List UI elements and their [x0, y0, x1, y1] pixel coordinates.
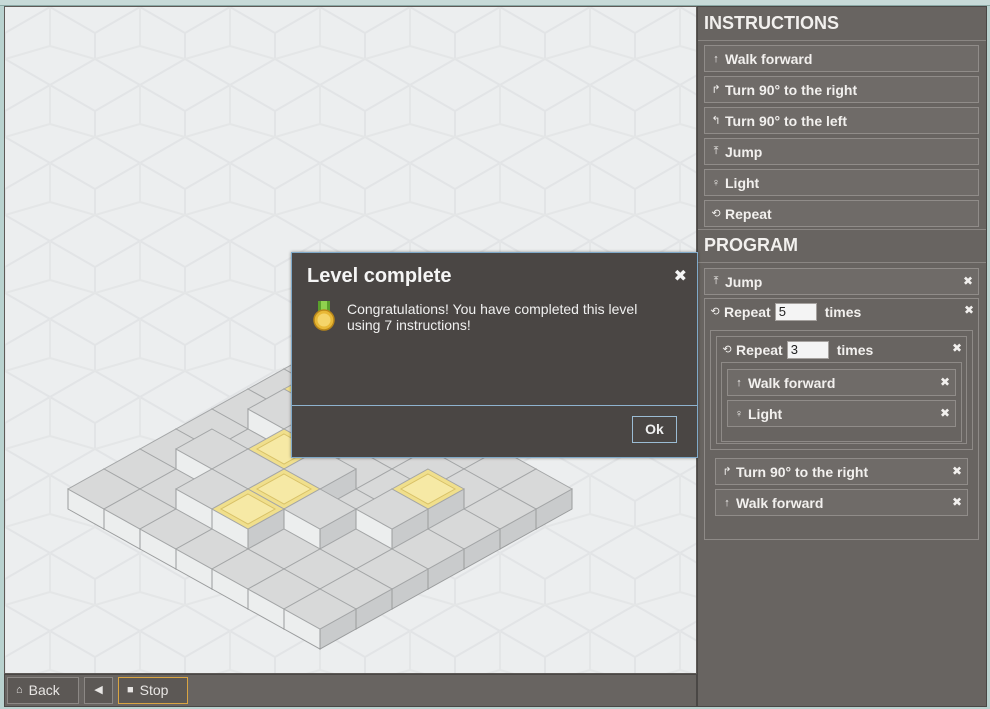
turn-left-icon: ↰ [711, 115, 721, 127]
repeat-icon: ⟲ [711, 208, 721, 220]
turn-right-icon: ↱ [711, 84, 721, 96]
repeat-icon: ⟲ [710, 306, 720, 318]
program-walk-forward-block[interactable]: ↑ Walk forward ✖ [715, 489, 968, 516]
instruction-label: Walk forward [725, 50, 813, 67]
program-light-block[interactable]: ♀ Light ✖ [727, 400, 956, 427]
remove-icon[interactable]: ✖ [964, 303, 974, 317]
divider [698, 40, 986, 41]
dialog-title: Level complete [307, 265, 452, 287]
instruction-repeat[interactable]: ⟲ Repeat [704, 200, 979, 227]
program-title: PROGRAM [704, 235, 798, 255]
back-label: Back [28, 682, 60, 698]
remove-icon[interactable]: ✖ [952, 495, 962, 509]
times-label: times [824, 303, 862, 320]
block-label: Walk forward [736, 494, 824, 511]
jump-icon: ⤒ [713, 145, 719, 157]
stop-label: Stop [139, 682, 169, 698]
instruction-label: Repeat [725, 205, 772, 222]
repeat-outer-header[interactable]: ⟲ Repeat times ✖ [704, 298, 979, 325]
repeat-icon: ⟲ [722, 344, 732, 356]
stop-button[interactable]: ■ Stop [118, 677, 188, 704]
arrow-up-icon: ↑ [724, 496, 730, 509]
repeat-outer-count-input[interactable] [774, 302, 817, 321]
ok-button[interactable]: Ok [632, 416, 677, 443]
close-icon[interactable]: ✖ [674, 266, 687, 286]
instruction-jump[interactable]: ⤒ Jump [704, 138, 979, 165]
repeat-outer-container: ⟲ Repeat times ✖ ⟲ Repeat times ✖ ↑ Wal [704, 298, 979, 540]
arrow-up-icon: ↑ [713, 52, 719, 65]
instruction-turn-left[interactable]: ↰ Turn 90° to the left [704, 107, 979, 134]
repeat-inner-container: ⟲ Repeat times ✖ ↑ Walk forward ✖ ♀ Ligh… [710, 330, 973, 450]
bulb-icon: ♀ [734, 407, 744, 420]
remove-icon[interactable]: ✖ [940, 375, 950, 389]
instruction-walk-forward[interactable]: ↑ Walk forward [704, 45, 979, 72]
remove-icon[interactable]: ✖ [952, 341, 962, 355]
times-label: times [836, 341, 874, 358]
stop-square-icon: ■ [127, 684, 134, 696]
remove-icon[interactable]: ✖ [963, 274, 973, 288]
block-label: Light [748, 405, 783, 422]
home-icon: ⌂ [16, 684, 23, 696]
arrow-up-icon: ↑ [736, 376, 742, 389]
turn-right-icon: ↱ [722, 466, 732, 478]
block-label: Jump [725, 273, 763, 290]
repeat-inner-count-input[interactable] [786, 340, 829, 359]
bottom-toolbar: ⌂ Back ◀ ■ Stop [4, 674, 697, 707]
instruction-light[interactable]: ♀ Light [704, 169, 979, 196]
jump-icon: ⤒ [713, 275, 719, 287]
triangle-left-icon: ◀ [94, 684, 103, 696]
repeat-inner-body: ↑ Walk forward ✖ ♀ Light ✖ [721, 362, 962, 442]
dialog-message: Congratulations! You have completed this… [347, 301, 638, 333]
instruction-turn-right[interactable]: ↱ Turn 90° to the right [704, 76, 979, 103]
remove-icon[interactable]: ✖ [952, 464, 962, 478]
program-turn-right-block[interactable]: ↱ Turn 90° to the right ✖ [715, 458, 968, 485]
program-jump-block[interactable]: ⤒ Jump ✖ [704, 268, 979, 295]
remove-icon[interactable]: ✖ [940, 406, 950, 420]
instructions-title: INSTRUCTIONS [704, 13, 839, 33]
dialog-divider [292, 405, 697, 406]
block-label: Repeat [724, 303, 771, 320]
bulb-icon: ♀ [711, 176, 721, 189]
repeat-inner-header[interactable]: ⟲ Repeat times ✖ [716, 336, 967, 363]
repeat-inner-frame: ⟲ Repeat times ✖ ↑ Walk forward ✖ ♀ Ligh… [716, 336, 967, 444]
program-walk-forward-block[interactable]: ↑ Walk forward ✖ [727, 369, 956, 396]
side-panel: INSTRUCTIONS ↑ Walk forward ↱ Turn 90° t… [697, 6, 987, 707]
medal-icon [313, 301, 335, 331]
level-complete-dialog: Level complete ✖ Congratulations! You ha… [291, 252, 698, 458]
back-button[interactable]: ⌂ Back [7, 677, 79, 704]
block-label: Turn 90° to the right [736, 463, 869, 480]
instruction-label: Jump [725, 143, 763, 160]
instruction-label: Turn 90° to the left [725, 112, 848, 129]
instruction-label: Light [725, 174, 760, 191]
divider [698, 262, 986, 263]
block-label: Repeat [736, 341, 783, 358]
step-back-button[interactable]: ◀ [84, 677, 113, 704]
instruction-label: Turn 90° to the right [725, 81, 858, 98]
block-label: Walk forward [748, 374, 836, 391]
